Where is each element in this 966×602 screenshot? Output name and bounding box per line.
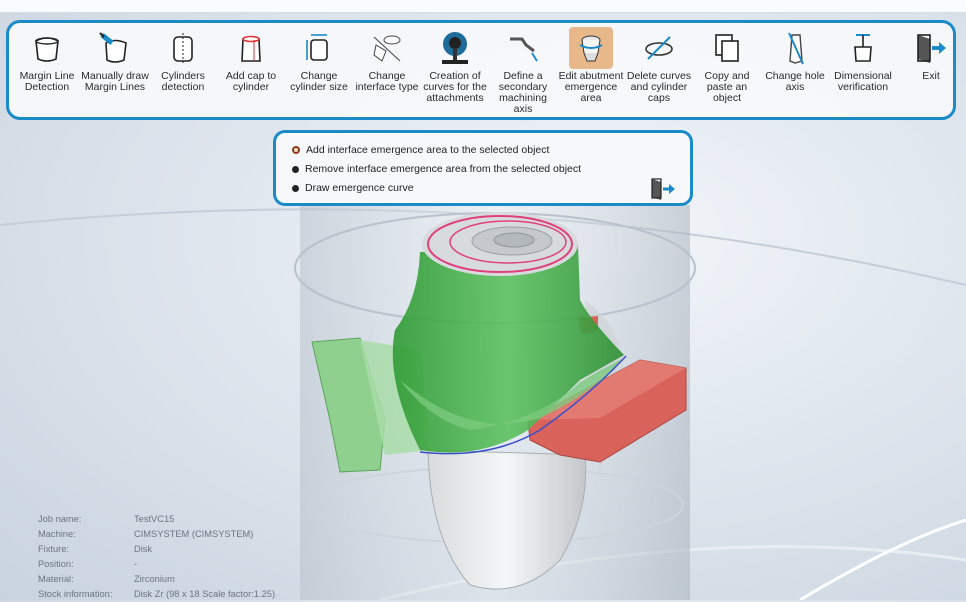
tool-margin-line-detection[interactable]: Margin Line Detection	[13, 27, 81, 93]
tool-delete-curves[interactable]: Delete curves and cylinder caps	[625, 27, 693, 104]
info-label: Fixture:	[38, 544, 69, 554]
tool-change-interface-type[interactable]: Change interface type	[353, 27, 421, 93]
info-row: Fixture: Disk	[38, 542, 275, 557]
emergence-area-icon	[569, 27, 613, 69]
tool-label: Creation of curves for the attachments	[423, 70, 487, 104]
panel-exit-button[interactable]	[650, 177, 676, 201]
tool-dimensional-verification[interactable]: Dimensional verification	[829, 27, 897, 93]
option-draw-emergence-curve[interactable]: Draw emergence curve	[292, 182, 414, 194]
main-toolbar: Margin Line Detection Manually draw Marg…	[6, 20, 956, 120]
option-label: Remove interface emergence area from the…	[305, 163, 582, 175]
info-value: -	[134, 559, 138, 569]
exit-icon	[909, 27, 953, 69]
margin-line-detection-icon	[25, 27, 69, 69]
info-label: Job name:	[38, 514, 82, 524]
attachment-curves-icon	[433, 27, 477, 69]
tool-label: Add cap to cylinder	[225, 70, 277, 93]
tool-copy-paste[interactable]: Copy and paste an object	[693, 27, 761, 104]
hole-axis-icon	[773, 27, 817, 69]
radio-selected[interactable]	[292, 146, 300, 154]
tool-label: Dimensional verification	[834, 70, 892, 93]
add-cap-icon	[229, 27, 273, 69]
tool-add-cap[interactable]: Add cap to cylinder	[217, 27, 285, 93]
tool-label: Define a secondary machining axis	[498, 70, 548, 115]
cylinders-detection-icon	[161, 27, 205, 69]
tool-manually-draw-margin[interactable]: Manually draw Margin Lines	[81, 27, 149, 93]
tool-secondary-axis[interactable]: Define a secondary machining axis	[489, 27, 557, 115]
tool-label: Margin Line Detection	[19, 70, 75, 93]
emergence-options-panel: Add interface emergence area to the sele…	[273, 130, 693, 206]
cylinder-size-icon	[297, 27, 341, 69]
info-value: TestVC15	[134, 514, 175, 524]
delete-curves-icon	[637, 27, 681, 69]
tool-label: Change hole axis	[765, 70, 825, 93]
job-info-panel: Job name: TestVC15 Machine: CIMSYSTEM (CIM…	[38, 512, 275, 602]
tool-exit[interactable]: Exit	[897, 27, 965, 82]
radio[interactable]	[292, 165, 299, 173]
info-label: Position:	[38, 559, 74, 569]
tool-change-hole-axis[interactable]: Change hole axis	[761, 27, 829, 93]
dimensional-verification-icon	[841, 27, 885, 69]
screw-hole	[493, 232, 535, 248]
tool-label: Cylinders detection	[161, 70, 205, 93]
info-row: Job name: TestVC15	[38, 512, 275, 527]
info-value: CIMSYSTEM (CIMSYSTEM)	[134, 529, 254, 539]
info-label: Material:	[38, 574, 74, 584]
tool-attachment-curves[interactable]: Creation of curves for the attachments	[421, 27, 489, 104]
copy-paste-icon	[705, 27, 749, 69]
option-remove-emergence[interactable]: Remove interface emergence area from the…	[292, 163, 581, 175]
info-row: Position: -	[38, 557, 275, 572]
manual-margin-lines-icon	[93, 27, 137, 69]
secondary-axis-icon	[501, 27, 545, 69]
disk-edge-arc-3	[799, 518, 966, 600]
info-row: Machine: CIMSYSTEM (CIMSYSTEM)	[38, 527, 275, 542]
tool-label: Manually draw Margin Lines	[81, 70, 149, 93]
tool-label: Delete curves and cylinder caps	[626, 70, 692, 104]
info-row: Material: Zirconium	[38, 572, 275, 587]
tool-change-cylinder-size[interactable]: Change cylinder size	[285, 27, 353, 93]
interface-type-icon	[365, 27, 409, 69]
tool-cylinders-detection[interactable]: Cylinders detection	[149, 27, 217, 93]
tool-label: Change cylinder size	[290, 70, 348, 93]
tool-label: Exit	[922, 70, 940, 82]
info-label: Machine:	[38, 529, 76, 539]
option-label: Add interface emergence area to the sele…	[306, 144, 550, 156]
exit-icon	[651, 178, 675, 200]
option-label: Draw emergence curve	[305, 182, 414, 194]
option-add-emergence[interactable]: Add interface emergence area to the sele…	[292, 144, 549, 156]
info-value: Disk	[134, 544, 153, 554]
tool-label: Change interface type	[355, 70, 419, 93]
info-value: Zirconium	[134, 574, 175, 584]
tool-label: Copy and paste an object	[704, 70, 750, 104]
radio[interactable]	[292, 184, 299, 192]
tool-edit-emergence-area[interactable]: Edit abutment emergence area	[557, 27, 625, 104]
tool-label: Edit abutment emergence area	[558, 70, 624, 104]
